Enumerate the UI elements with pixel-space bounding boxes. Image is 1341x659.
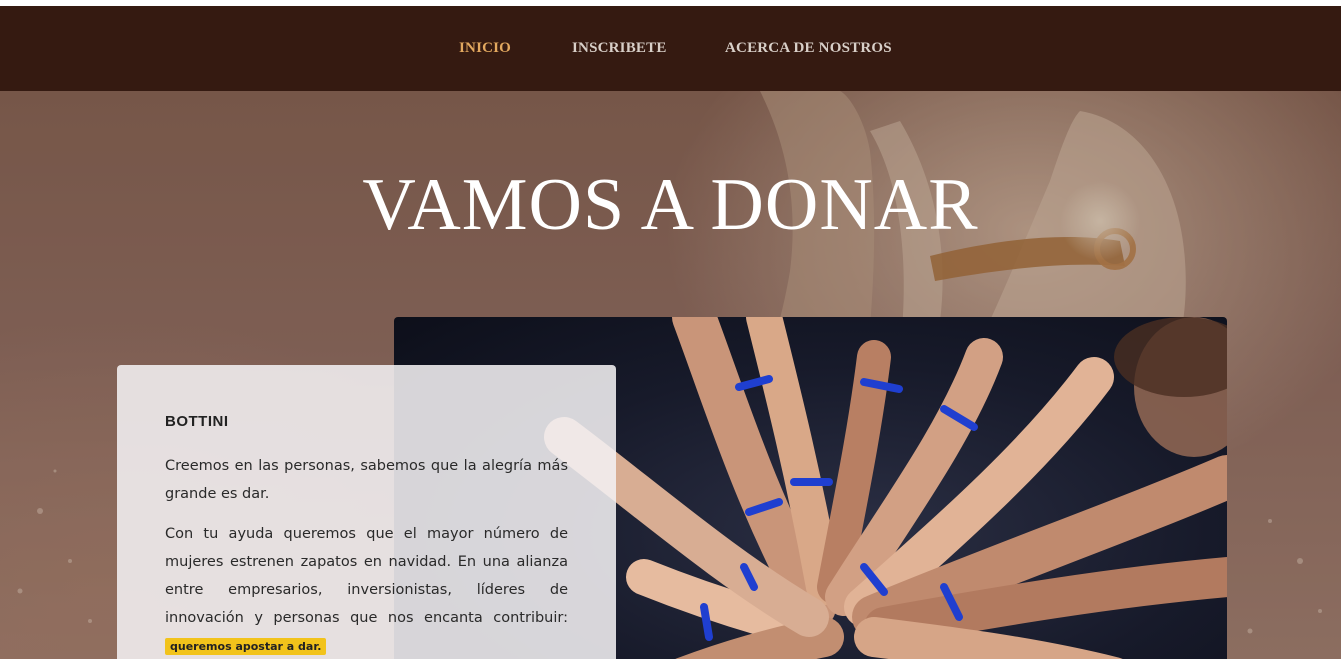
card-paragraph-2-text: Con tu ayuda queremos que el mayor númer…	[165, 526, 568, 626]
card-paragraph-2: Con tu ayuda queremos que el mayor númer…	[165, 520, 568, 659]
page: INICIO INSCRIBETE ACERCA DE NOSTROS VAMO…	[0, 0, 1341, 659]
card-paragraph-1: Creemos en las personas, sabemos que la …	[165, 458, 568, 502]
nav-link-inscribete[interactable]: INSCRIBETE	[572, 40, 667, 57]
main-navbar: INICIO INSCRIBETE ACERCA DE NOSTROS	[0, 6, 1341, 91]
nav-link-inicio[interactable]: INICIO	[459, 40, 511, 57]
nav-link-acerca-de-nostros[interactable]: ACERCA DE NOSTROS	[725, 40, 892, 57]
info-card: BOTTINI Creemos en las personas, sabemos…	[117, 365, 616, 659]
hero-title: VAMOS A DONAR	[362, 164, 979, 246]
highlight-badge: queremos apostar a dar.	[165, 638, 327, 655]
card-title: BOTTINI	[165, 413, 229, 430]
